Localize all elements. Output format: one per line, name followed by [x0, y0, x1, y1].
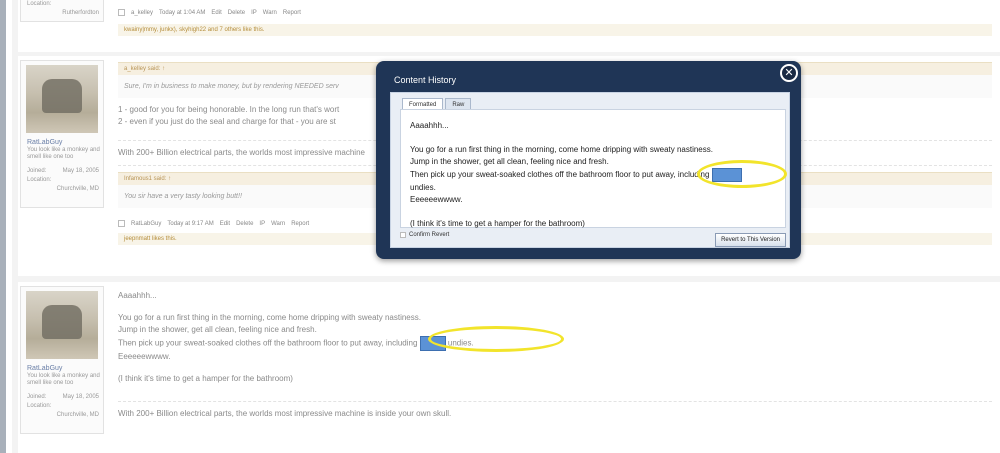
username[interactable]: RatLabGuy [27, 139, 103, 146]
user-title: You look like a monkey and smell like on… [27, 147, 100, 160]
message-fragment: Then pick up your sweat-soaked clothes o… [118, 338, 418, 348]
signature-divider [118, 401, 992, 402]
message-line: Eeeeeewwww. [118, 352, 171, 361]
close-icon[interactable]: ✕ [780, 64, 798, 82]
content-line: Jump in the shower, get all clean, feeli… [410, 157, 609, 166]
location-value: Churchville, MD [56, 186, 99, 192]
confirm-revert-checkbox[interactable] [400, 232, 406, 238]
post-3: RatLabGuy You look like a monkey and sme… [18, 282, 1000, 453]
content-line: Then pick up your sweat-soaked clothes o… [410, 168, 742, 182]
user-box: RatLabGuy You look like a monkey and sme… [20, 60, 104, 208]
user-location-value-row: Rutherfordton [21, 10, 103, 16]
joined-label: Joined: [27, 394, 47, 400]
highlight-ellipse [697, 160, 787, 188]
dialog-footer: Confirm Revert Revert to This Version [400, 232, 786, 247]
post-1: Location: Rutherfordton a_kelley Today a… [18, 0, 1000, 52]
location-value-row: Churchville, MD [21, 186, 103, 192]
content-line: Aaaahhh... [410, 121, 449, 130]
content-line: Eeeeeewwww. [410, 195, 463, 204]
warn-link[interactable]: Warn [263, 10, 277, 16]
post-actions: a_kelley Today at 1:04 AM Edit Delete IP… [118, 9, 992, 16]
content-line: (I think it's time to get a hamper for t… [410, 219, 585, 228]
post-author-link[interactable]: RatLabGuy [131, 221, 161, 227]
joined-value: May 18, 2005 [62, 394, 99, 400]
username[interactable]: RatLabGuy [27, 365, 103, 372]
confirm-revert-label: Confirm Revert [409, 232, 450, 238]
forum-page: Location: Rutherfordton a_kelley Today a… [0, 0, 1000, 453]
dialog-body: Formatted Raw Aaaahhh... You go for a ru… [390, 92, 790, 248]
post-time[interactable]: Today at 9:17 AM [167, 221, 213, 227]
location-value: Churchville, MD [56, 412, 99, 418]
highlight-ellipse [428, 326, 564, 352]
left-border [0, 0, 6, 453]
select-checkbox[interactable] [118, 9, 125, 16]
ip-link[interactable]: IP [251, 10, 257, 16]
post-time[interactable]: Today at 1:04 AM [159, 10, 205, 16]
location-label: Location: [27, 403, 52, 409]
report-link[interactable]: Report [283, 10, 301, 16]
joined-row: Joined: May 18, 2005 [21, 394, 103, 400]
user-box: Location: Rutherfordton [20, 0, 104, 22]
ip-link[interactable]: IP [259, 221, 265, 227]
avatar[interactable] [26, 291, 98, 359]
revert-button[interactable]: Revert to This Version [715, 233, 786, 247]
content-fragment: Then pick up your sweat-soaked clothes o… [410, 170, 710, 180]
post-3-message: Aaaahhh... You go for a run first thing … [118, 290, 992, 420]
location-value-row: Churchville, MD [21, 412, 103, 418]
post-author-link[interactable]: a_kelley [131, 10, 153, 16]
avatar[interactable] [26, 65, 98, 133]
location-label: Location: [27, 1, 52, 7]
signature: With 200+ Billion electrical parts, the … [118, 409, 452, 418]
user-box: RatLabGuy You look like a monkey and sme… [20, 286, 104, 434]
message-line: (I think it's time to get a hamper for t… [118, 374, 293, 383]
location-label: Location: [27, 177, 52, 183]
content-text: Aaaahhh... You go for a run first thing … [410, 120, 742, 230]
joined-row: Joined: May 18, 2005 [21, 168, 103, 174]
content-line: undies. [410, 183, 436, 192]
user-title: You look like a monkey and smell like on… [27, 373, 100, 386]
delete-link[interactable]: Delete [228, 10, 245, 16]
select-checkbox[interactable] [118, 220, 125, 227]
joined-label: Joined: [27, 168, 47, 174]
warn-link[interactable]: Warn [271, 221, 285, 227]
content-line: You go for a run first thing in the morn… [410, 145, 713, 154]
delete-link[interactable]: Delete [236, 221, 253, 227]
message-line: Aaaahhh... [118, 291, 157, 300]
likes-bar: kwainy|mmy, junkx), skyhigh22 and 7 othe… [118, 24, 992, 36]
content-history-dialog: Content History ✕ Formatted Raw Aaaahhh.… [376, 61, 801, 259]
report-link[interactable]: Report [291, 221, 309, 227]
post-1-footer: a_kelley Today at 1:04 AM Edit Delete IP… [118, 9, 992, 36]
edit-link[interactable]: Edit [220, 221, 230, 227]
edit-link[interactable]: Edit [211, 10, 221, 16]
dialog-title: Content History [394, 75, 457, 85]
joined-value: May 18, 2005 [62, 168, 99, 174]
location-value: Rutherfordton [62, 10, 99, 16]
content-panel: Aaaahhh... You go for a run first thing … [400, 109, 787, 230]
user-location-row: Location: [21, 1, 103, 7]
location-row: Location: [21, 177, 103, 183]
location-row: Location: [21, 403, 103, 409]
message-line: You go for a run first thing in the morn… [118, 313, 421, 322]
